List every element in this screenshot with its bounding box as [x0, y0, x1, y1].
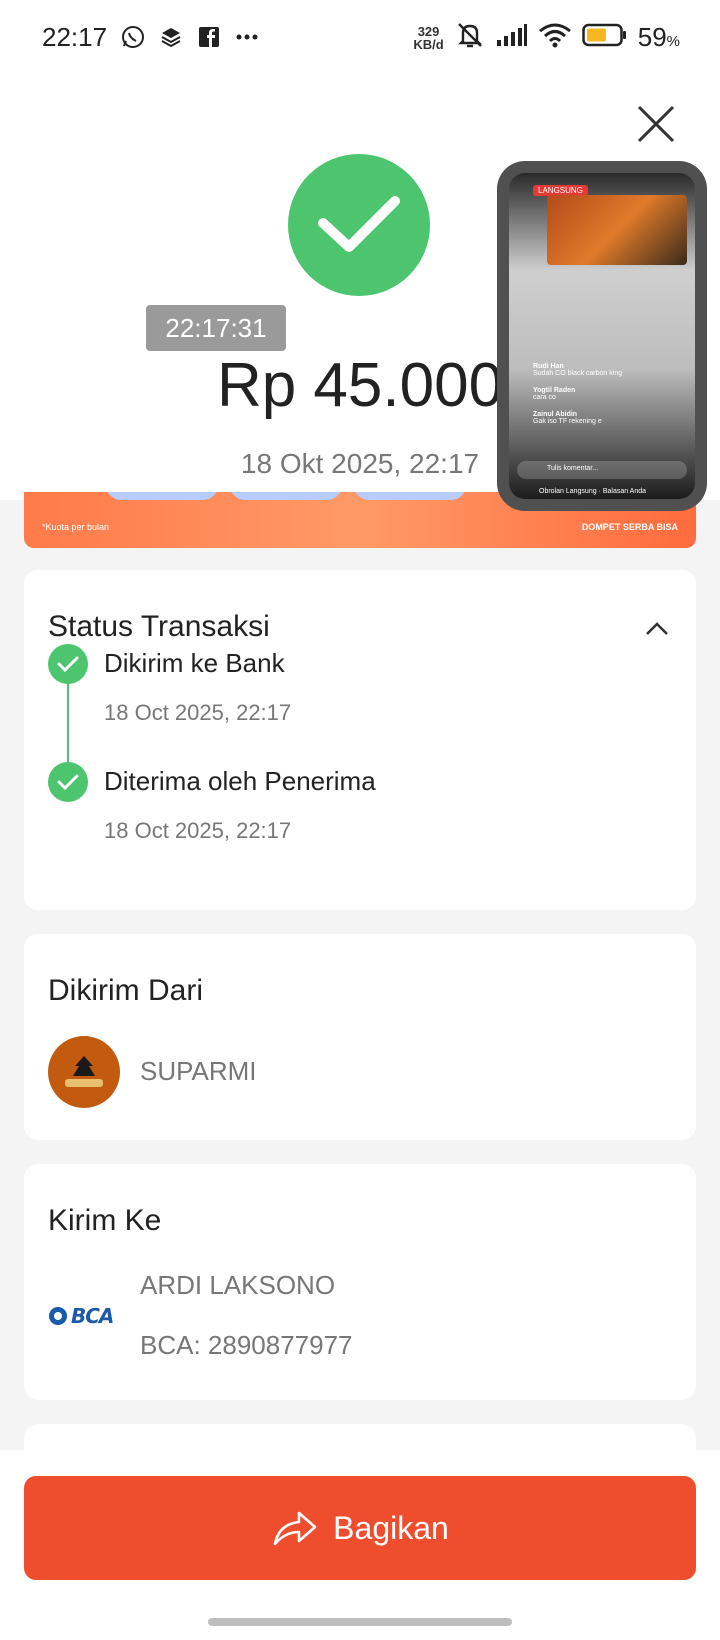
comment-text: Sudah CO black carbon king	[533, 370, 623, 377]
video-comment: Zainul Abidin Gak iso TF rekening e	[533, 411, 602, 425]
sender-name: SUPARMI	[140, 1056, 257, 1086]
sender-card: Dikirim Dari SUPARMI	[24, 934, 696, 1140]
battery-unit: %	[666, 33, 680, 50]
wifi-icon	[538, 22, 572, 53]
more-dots-icon	[234, 24, 260, 50]
battery-percentage: 59%	[638, 22, 680, 53]
share-button[interactable]: Bagikan	[24, 1476, 696, 1580]
step-date: 18 Oct 2025, 22:17	[104, 818, 292, 843]
step-check-icon	[48, 644, 88, 684]
video-footer: Obrolan Langsung · Balasan Anda	[539, 488, 647, 495]
card-title: Status Transaksi	[48, 610, 270, 643]
video-comment: Rudi Han Sudah CO black carbon king	[533, 363, 622, 377]
mute-bell-icon	[454, 20, 486, 55]
status-bar: 22:17 329 KB/d 59%	[0, 0, 720, 80]
video-comment: Yogtil Raden cara co	[533, 387, 575, 401]
video-frame: LANGSUNG Rudi Han Sudah CO black carbon k…	[509, 173, 695, 499]
time-badge: 22:17:31	[146, 305, 286, 351]
battery-value: 59	[637, 22, 667, 52]
close-button[interactable]	[636, 104, 676, 144]
comment-text: Gak iso TF rekening e	[533, 418, 602, 425]
comment-text: cara co	[533, 394, 556, 401]
video-artwork	[547, 195, 687, 265]
bca-logo: BCA	[48, 1304, 120, 1328]
chevron-up-icon	[646, 622, 668, 635]
promo-pill	[354, 492, 466, 500]
system-icons: 329 KB/d 59%	[413, 20, 680, 55]
whatsapp-icon	[120, 24, 146, 50]
bca-emblem-icon	[49, 1307, 67, 1325]
facebook-icon	[196, 24, 222, 50]
comment-author: Rudi Han	[533, 363, 564, 370]
notification-icons	[120, 24, 260, 50]
comment-author: Zainul Abidin	[533, 411, 578, 418]
collapse-button[interactable]	[642, 614, 672, 644]
transaction-status-card: Status Transaksi Dikirim ke Bank 18 Oct …	[24, 570, 696, 910]
bca-logo-text: BCA	[71, 1304, 114, 1328]
promo-pill	[106, 492, 218, 500]
share-label: Bagikan	[333, 1509, 449, 1546]
network-speed: 329 KB/d	[413, 25, 443, 51]
floating-video-window[interactable]: LANGSUNG Rudi Han Sudah CO black carbon k…	[497, 161, 707, 511]
recipient-name: ARDI LAKSONO	[140, 1270, 336, 1300]
layers-icon	[158, 24, 184, 50]
step-label: Dikirim ke Bank	[104, 648, 285, 678]
battery-icon	[581, 23, 628, 52]
success-check-badge	[288, 154, 430, 296]
timeline-connector	[67, 682, 69, 762]
recipient-account: BCA: 2890877977	[140, 1330, 353, 1360]
card-title: Kirim Ke	[48, 1204, 162, 1237]
step-check-icon	[48, 762, 88, 802]
comment-author: Yogtil Raden	[533, 387, 576, 394]
sender-avatar	[48, 1036, 120, 1108]
promo-brand: DOMPET SERBA BISA	[581, 522, 678, 532]
network-speed-value: 329	[417, 23, 440, 39]
share-arrow-icon	[273, 1511, 317, 1546]
step-label: Diterima oleh Penerima	[104, 766, 376, 796]
status-time: 22:17	[42, 22, 108, 52]
recipient-card: Kirim Ke BCA ARDI LAKSONO BCA: 289087797…	[24, 1164, 696, 1400]
step-date: 18 Oct 2025, 22:17	[104, 700, 292, 725]
home-indicator[interactable]	[208, 1618, 512, 1626]
promo-note: *Kuota per bulan	[42, 522, 110, 532]
checkmark-icon	[318, 196, 400, 252]
card-title: Dikirim Dari	[48, 974, 203, 1007]
promo-pill	[230, 492, 342, 500]
comment-input: Tulis komentar...	[517, 461, 687, 479]
close-icon	[637, 105, 675, 143]
network-speed-unit: KB/d	[413, 36, 444, 52]
signal-icon	[496, 23, 528, 52]
